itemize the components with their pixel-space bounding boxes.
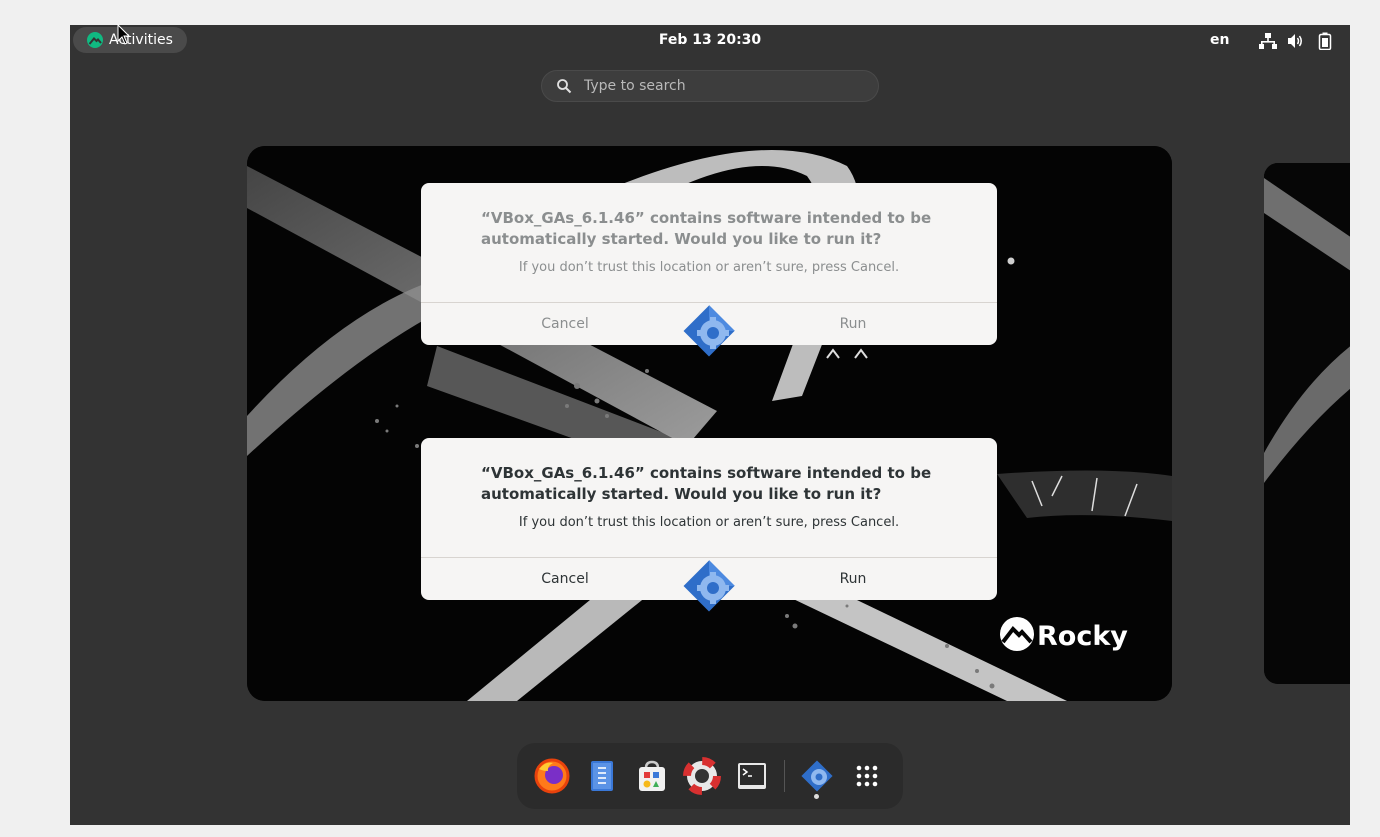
top-bar: Activities Feb 13 20:30 en bbox=[70, 25, 1350, 56]
search-box[interactable] bbox=[541, 70, 879, 102]
firefox-icon[interactable] bbox=[533, 757, 571, 795]
desktop-overview: Activities Feb 13 20:30 en Type to searc… bbox=[70, 25, 1350, 825]
software-icon[interactable] bbox=[633, 757, 671, 795]
search-input[interactable] bbox=[582, 77, 856, 95]
cancel-button[interactable]: Cancel bbox=[445, 558, 685, 600]
autorun-dialog: “VBox_GAs_6.1.46” contains software inte… bbox=[421, 183, 997, 357]
dialog-title: “VBox_GAs_6.1.46” contains software inte… bbox=[481, 464, 932, 503]
dash bbox=[517, 743, 903, 809]
cancel-button[interactable]: Cancel bbox=[445, 303, 685, 345]
autorun-dialog: “VBox_GAs_6.1.46” contains software inte… bbox=[421, 438, 997, 612]
terminal-icon[interactable] bbox=[733, 757, 771, 795]
run-button[interactable]: Run bbox=[733, 558, 973, 600]
rocky-logo-icon bbox=[87, 32, 103, 48]
dialog-title: “VBox_GAs_6.1.46” contains software inte… bbox=[481, 209, 932, 248]
text-editor-icon[interactable] bbox=[583, 757, 621, 795]
help-icon[interactable] bbox=[683, 757, 721, 795]
workspace-thumbnail[interactable]: Rocky “VBox_GAs_6.1.46” contains softwar… bbox=[247, 146, 1172, 701]
autorun-app-icon bbox=[683, 305, 735, 357]
search-icon bbox=[557, 79, 572, 94]
show-apps-icon[interactable] bbox=[848, 757, 886, 795]
run-button[interactable]: Run bbox=[733, 303, 973, 345]
clock-button[interactable]: Feb 13 20:30 bbox=[659, 32, 761, 48]
language-indicator[interactable]: en bbox=[1210, 32, 1229, 48]
dash-separator bbox=[784, 760, 785, 792]
dialog-message: If you don’t trust this location or aren… bbox=[518, 515, 900, 530]
rocky-wordmark: Rocky bbox=[1037, 621, 1128, 652]
battery-icon[interactable] bbox=[1316, 32, 1334, 50]
running-indicator bbox=[814, 794, 819, 799]
dialog-message: If you don’t trust this location or aren… bbox=[518, 260, 900, 275]
mouse-cursor-icon bbox=[117, 24, 131, 45]
autorun-icon[interactable] bbox=[798, 757, 836, 795]
wallpaper bbox=[1264, 163, 1350, 684]
autorun-app-icon bbox=[683, 560, 735, 612]
next-workspace-thumbnail[interactable] bbox=[1264, 163, 1350, 684]
network-icon[interactable] bbox=[1259, 32, 1277, 50]
volume-icon[interactable] bbox=[1287, 32, 1305, 50]
rocky-wallpaper-logo: Rocky bbox=[1000, 617, 1128, 652]
